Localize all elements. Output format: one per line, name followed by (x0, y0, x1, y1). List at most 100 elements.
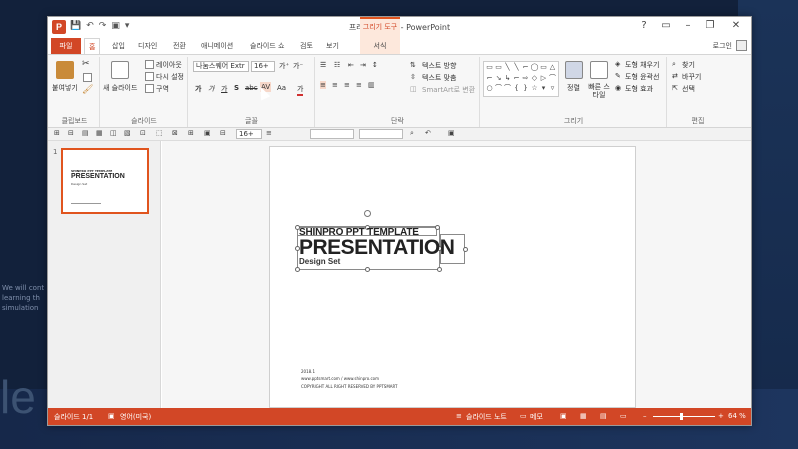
toolbar-icon[interactable]: ⊟ (220, 129, 226, 137)
help-button[interactable]: ? (633, 17, 655, 35)
toolbar-width-field[interactable] (310, 129, 354, 139)
reset-icon[interactable] (145, 72, 154, 81)
shape-item[interactable]: ▭ (494, 63, 503, 72)
close-button[interactable]: ✕ (721, 17, 751, 35)
shape-fill-icon[interactable]: ◈ (615, 60, 620, 68)
shape-outline-icon[interactable]: ✎ (615, 72, 621, 80)
replace-button[interactable]: 바꾸기 (682, 72, 701, 82)
shape-item[interactable]: ⌒ (548, 74, 557, 83)
layout-button[interactable]: 레이아웃 (156, 60, 182, 70)
smartart-button[interactable]: SmartArt로 변환 (422, 85, 475, 95)
toolbar-icon[interactable]: ⊠ (172, 129, 178, 137)
smartart-icon[interactable]: ◫ (410, 85, 417, 93)
comments-button[interactable]: 메모 (530, 412, 543, 422)
resize-handle[interactable] (365, 267, 370, 272)
arrange-button[interactable]: 정렬 (567, 83, 580, 93)
tab-view[interactable]: 보기 (322, 38, 343, 54)
toolbar-icon[interactable]: ⌕ (410, 129, 414, 138)
shape-item[interactable]: ↳ (503, 74, 512, 83)
shape-item[interactable]: ▭ (485, 63, 494, 72)
quick-styles-icon[interactable] (590, 61, 608, 79)
slideshow-view-icon[interactable]: ▭ (620, 412, 627, 420)
text-direction-button[interactable]: 텍스트 방향 (422, 61, 456, 71)
section-icon[interactable] (145, 84, 154, 93)
normal-view-icon[interactable]: ▣ (560, 412, 567, 420)
shape-item[interactable]: ☆ (530, 84, 539, 93)
bold-button[interactable]: 가 (195, 84, 201, 94)
shrink-font-icon[interactable]: 가⁻ (293, 61, 303, 71)
tab-format[interactable]: 서식 (360, 38, 400, 54)
line-spacing-icon[interactable]: ↕ (372, 61, 378, 69)
font-size-combo[interactable]: 16+ (251, 61, 275, 72)
shape-outline-button[interactable]: 도형 윤곽선 (625, 72, 659, 82)
increase-indent-icon[interactable]: ⇥ (360, 61, 366, 69)
zoom-slider-thumb[interactable] (680, 413, 683, 420)
language-indicator[interactable]: 영어(미국) (120, 412, 151, 422)
toolbar-icon[interactable]: ▦ (96, 129, 103, 137)
toolbar-icon[interactable]: ⊡ (140, 129, 146, 137)
signin-label[interactable]: 로그인 (713, 41, 732, 51)
find-icon[interactable]: ⌕ (672, 60, 676, 69)
decrease-indent-icon[interactable]: ⇤ (348, 61, 354, 69)
new-slide-button-label[interactable]: 새 슬라이드 (103, 83, 137, 93)
rotation-handle[interactable] (364, 210, 371, 217)
columns-icon[interactable]: ▥ (368, 81, 375, 89)
section-button[interactable]: 구역 (156, 84, 169, 94)
tab-slideshow[interactable]: 슬라이드 쇼 (246, 38, 288, 54)
spell-check-icon[interactable]: ▣ (108, 412, 115, 420)
shape-item[interactable]: ⇨ (521, 74, 530, 83)
shape-item[interactable]: ▾ (539, 84, 548, 93)
font-color-button[interactable]: 가 (297, 84, 304, 96)
resize-handle[interactable] (463, 247, 468, 252)
reset-button[interactable]: 다시 설정 (156, 72, 184, 82)
shape-item[interactable]: ▭ (539, 63, 548, 72)
reading-view-icon[interactable]: ▤ (600, 412, 607, 420)
layout-icon[interactable] (145, 60, 154, 69)
slide[interactable]: SHINPRO PPT TEMPLATE PRESENTATION Design… (269, 146, 636, 408)
notes-icon[interactable]: ≡ (456, 412, 462, 420)
find-button[interactable]: 찾기 (682, 60, 695, 70)
slide-thumbnail[interactable]: SHINPRO PPT TEMPLATE PRESENTATION Design… (61, 148, 149, 214)
shape-fill-button[interactable]: 도형 채우기 (625, 60, 659, 70)
select-button[interactable]: 선택 (682, 84, 695, 94)
toolbar-height-field[interactable] (359, 129, 403, 139)
slide-footer-date[interactable]: 2018.1 (301, 369, 315, 374)
shadow-button[interactable]: S (234, 84, 239, 92)
font-name-combo[interactable]: 나눔스퀘어 Extr (193, 61, 249, 72)
change-case-button[interactable]: Aa (277, 84, 286, 92)
paste-icon[interactable] (56, 61, 74, 79)
paste-button-label[interactable]: 붙여넣기 (52, 83, 78, 93)
shape-item[interactable]: } (521, 84, 530, 93)
numbering-icon[interactable]: ☷ (334, 61, 340, 69)
ribbon-display-button[interactable]: ▭ (655, 17, 677, 35)
shape-item[interactable]: ╲ (512, 63, 521, 72)
undo-icon[interactable]: ↶ (425, 129, 431, 137)
shape-item[interactable]: ⌒ (503, 84, 512, 93)
replace-icon[interactable]: ⇄ (672, 72, 678, 80)
toolbar-icon[interactable]: ⊞ (54, 129, 60, 137)
italic-button[interactable]: 가 (208, 84, 214, 94)
shape-effects-button[interactable]: 도형 효과 (625, 84, 653, 94)
resize-handle[interactable] (295, 267, 300, 272)
align-text-button[interactable]: 텍스트 맞춤 (422, 73, 456, 83)
toolbar-icon[interactable]: ▧ (124, 129, 131, 137)
notes-button[interactable]: 슬라이드 노트 (466, 412, 507, 422)
tab-animations[interactable]: 애니메이션 (197, 38, 237, 54)
slide-footer-copyright[interactable]: COPYRIGHT ALL RIGHT RESERVED BY PPTSMART (301, 384, 397, 389)
align-right-icon[interactable]: ≡ (344, 81, 350, 89)
resize-handle[interactable] (437, 267, 442, 272)
tab-file[interactable]: 파일 (51, 38, 81, 54)
zoom-level[interactable]: 64 % (728, 412, 746, 420)
resize-handle[interactable] (435, 225, 440, 230)
shape-item[interactable]: ▿ (548, 84, 557, 93)
shape-item[interactable]: ○ (485, 84, 494, 93)
align-center-icon[interactable]: ≡ (332, 81, 338, 89)
zoom-slider-track[interactable] (653, 416, 715, 417)
tab-design[interactable]: 디자인 (134, 38, 161, 54)
toolbar-icon[interactable]: ≡ (266, 129, 272, 137)
shape-item[interactable]: ╲ (503, 63, 512, 72)
shape-item[interactable]: △ (548, 63, 557, 72)
save-icon[interactable]: ▣ (448, 129, 455, 137)
new-slide-icon[interactable] (111, 61, 129, 79)
toolbar-icon[interactable]: ⊟ (68, 129, 74, 137)
